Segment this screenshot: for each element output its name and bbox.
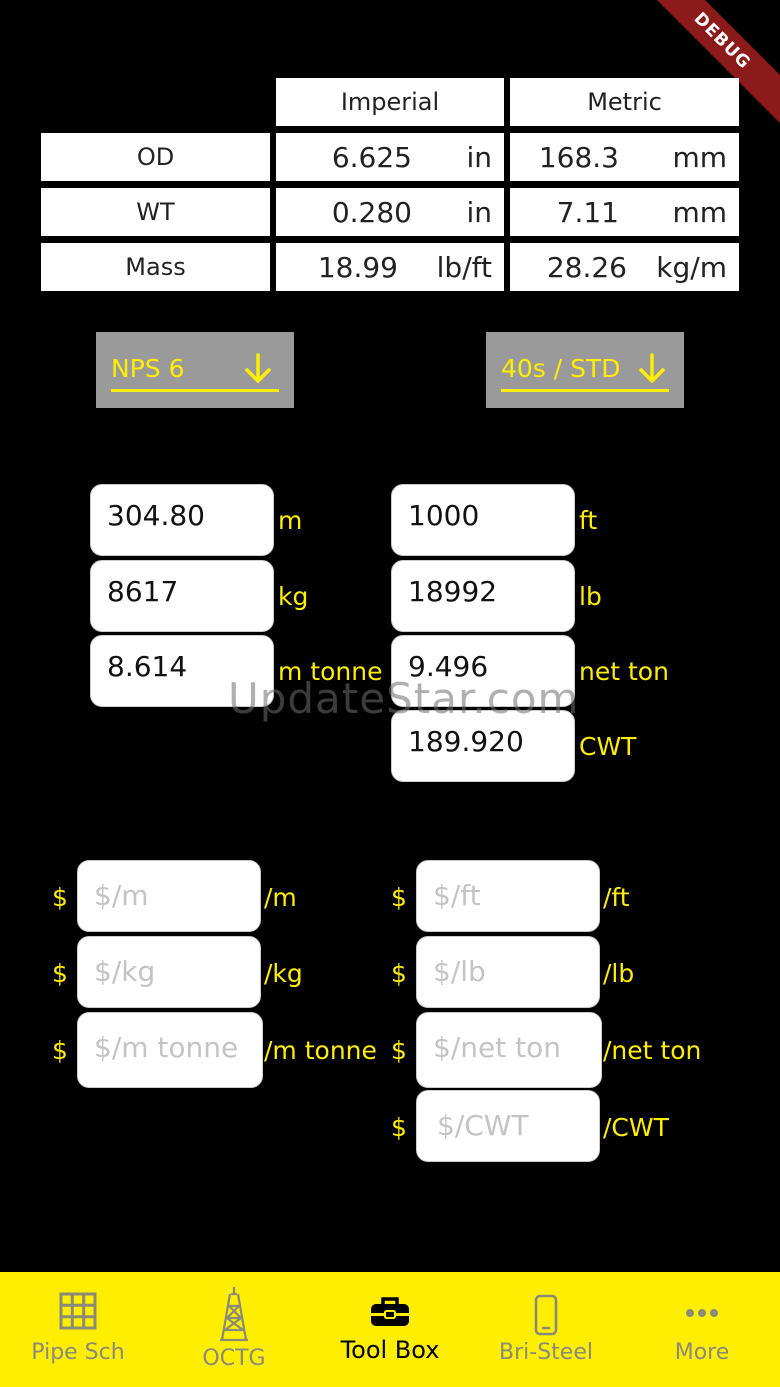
grid-icon bbox=[59, 1292, 97, 1330]
wt-imperial-unit: in bbox=[466, 195, 492, 229]
arrow-down-icon bbox=[639, 353, 665, 383]
tab-bri-steel[interactable]: Bri-Steel bbox=[468, 1272, 624, 1387]
wt-imperial-value: 0.280 bbox=[331, 195, 412, 229]
unit-label-per-m-tonne: /m tonne bbox=[264, 1036, 377, 1065]
currency-symbol: $ bbox=[52, 1036, 68, 1065]
unit-label-cwt: CWT bbox=[579, 732, 637, 761]
od-imperial: 6.625 in bbox=[276, 133, 504, 181]
phone-icon bbox=[534, 1294, 558, 1336]
mass-metric-value: 28.26 bbox=[546, 250, 627, 284]
od-metric-value: 168.3 bbox=[538, 140, 619, 174]
row-label-wt: WT bbox=[41, 188, 270, 236]
wt-metric-unit: mm bbox=[672, 195, 727, 229]
unit-label-m: m bbox=[278, 506, 303, 535]
tab-label: Bri-Steel bbox=[499, 1340, 593, 1365]
mass-metric: 28.26 kg/m bbox=[510, 243, 739, 291]
more-dots-icon bbox=[686, 1309, 718, 1317]
tab-pipe-sch[interactable]: Pipe Sch bbox=[0, 1272, 156, 1387]
od-metric-unit: mm bbox=[672, 140, 727, 174]
od-imperial-unit: in bbox=[466, 140, 492, 174]
unit-label-kg: kg bbox=[278, 582, 309, 611]
row-label-od: OD bbox=[41, 133, 270, 181]
currency-symbol: $ bbox=[391, 883, 407, 912]
schedule-label: 40s / STD bbox=[501, 354, 621, 383]
tab-label: Tool Box bbox=[340, 1336, 440, 1364]
unit-label-per-lb: /lb bbox=[603, 959, 635, 988]
currency-symbol: $ bbox=[391, 959, 407, 988]
unit-label-ft: ft bbox=[579, 506, 598, 535]
unit-label-net-ton: net ton bbox=[579, 657, 669, 686]
unit-label-per-m: /m bbox=[264, 883, 297, 912]
unit-label-per-cwt: /CWT bbox=[603, 1113, 669, 1142]
od-imperial-value: 6.625 bbox=[331, 140, 412, 174]
nps-size-label: NPS 6 bbox=[111, 354, 185, 383]
wt-imperial: 0.280 in bbox=[276, 188, 504, 236]
price-per-ft-input[interactable]: $/ft bbox=[416, 860, 600, 932]
tab-octg[interactable]: OCTG bbox=[156, 1272, 312, 1387]
unit-label-per-kg: /kg bbox=[264, 959, 303, 988]
unit-label-per-net-ton: /net ton bbox=[603, 1036, 702, 1065]
od-metric: 168.3 mm bbox=[510, 133, 739, 181]
unit-label-per-ft: /ft bbox=[603, 883, 630, 912]
mass-metric-unit: kg/m bbox=[656, 250, 727, 284]
currency-symbol: $ bbox=[52, 883, 68, 912]
price-per-kg-input[interactable]: $/kg bbox=[77, 936, 261, 1008]
tab-label: Pipe Sch bbox=[31, 1340, 125, 1365]
length-ft-input[interactable]: 1000 bbox=[391, 484, 575, 556]
mass-imperial: 18.99 lb/ft bbox=[276, 243, 504, 291]
wt-metric-value: 7.11 bbox=[556, 195, 619, 229]
tab-tool-box[interactable]: Tool Box bbox=[312, 1272, 468, 1387]
header-metric: Metric bbox=[510, 78, 739, 126]
length-m-input[interactable]: 304.80 bbox=[90, 484, 274, 556]
mass-kg-input[interactable]: 8617 bbox=[90, 560, 274, 632]
currency-symbol: $ bbox=[391, 1036, 407, 1065]
oil-rig-icon bbox=[220, 1287, 248, 1342]
price-per-lb-input[interactable]: $/lb bbox=[416, 936, 600, 1008]
currency-symbol: $ bbox=[52, 959, 68, 988]
price-per-cwt-input[interactable]: $/CWT bbox=[416, 1090, 600, 1162]
mass-lb-input[interactable]: 18992 bbox=[391, 560, 575, 632]
header-imperial: Imperial bbox=[276, 78, 504, 126]
dropdown-underline bbox=[111, 389, 279, 392]
schedule-dropdown[interactable]: 40s / STD bbox=[486, 332, 684, 408]
tab-label: OCTG bbox=[202, 1346, 266, 1371]
toolbox-icon bbox=[371, 1297, 409, 1326]
price-per-net-ton-input[interactable]: $/net ton bbox=[416, 1012, 602, 1088]
nps-size-dropdown[interactable]: NPS 6 bbox=[96, 332, 294, 408]
unit-label-lb: lb bbox=[579, 582, 602, 611]
bottom-tab-bar: Pipe Sch OCTG Tool Box Bri-Steel More bbox=[0, 1272, 780, 1387]
mass-imperial-value: 18.99 bbox=[317, 250, 398, 284]
price-per-m-tonne-input[interactable]: $/m tonne bbox=[77, 1012, 263, 1088]
watermark: UpdateStar.com bbox=[228, 674, 580, 723]
mass-imperial-unit: lb/ft bbox=[436, 250, 492, 284]
wt-metric: 7.11 mm bbox=[510, 188, 739, 236]
dropdown-underline bbox=[501, 389, 669, 392]
tab-more[interactable]: More bbox=[624, 1272, 780, 1387]
row-label-mass: Mass bbox=[41, 243, 270, 291]
currency-symbol: $ bbox=[391, 1113, 407, 1142]
tab-label: More bbox=[674, 1340, 730, 1365]
arrow-down-icon bbox=[245, 353, 271, 383]
price-per-m-input[interactable]: $/m bbox=[77, 860, 261, 932]
